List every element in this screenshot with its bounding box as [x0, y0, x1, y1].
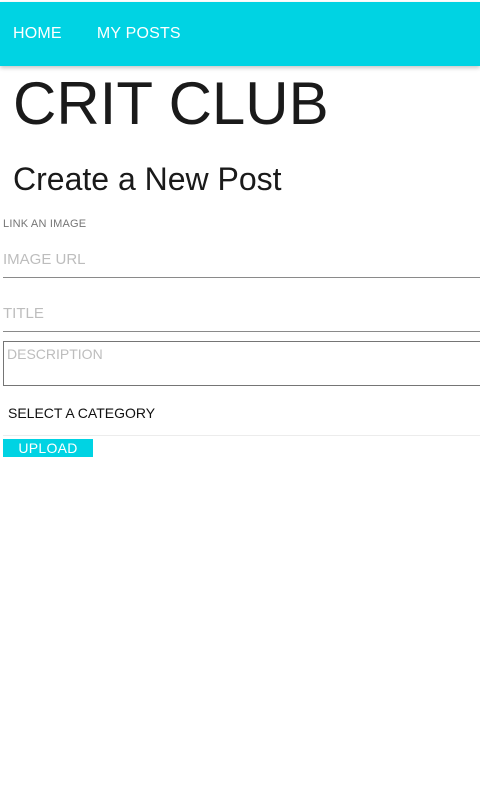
upload-button[interactable]: UPLOAD — [3, 439, 93, 457]
category-select[interactable]: SELECT A CATEGORY — [3, 391, 480, 436]
image-section-label: LINK AN IMAGE — [3, 218, 87, 230]
nav-link-home[interactable]: HOME — [13, 24, 62, 44]
category-select-value: SELECT A CATEGORY — [8, 405, 156, 421]
brand-title: CRIT CLUB — [13, 70, 329, 137]
image-url-input[interactable] — [3, 242, 480, 278]
top-navbar: HOME MY POSTS — [0, 2, 480, 66]
nav-link-my-posts[interactable]: MY POSTS — [97, 24, 181, 44]
description-textarea[interactable] — [3, 341, 480, 386]
page-title: Create a New Post — [13, 161, 282, 197]
page: HOME MY POSTS CRIT CLUB Create a New Pos… — [0, 0, 480, 793]
title-input[interactable] — [3, 296, 480, 332]
